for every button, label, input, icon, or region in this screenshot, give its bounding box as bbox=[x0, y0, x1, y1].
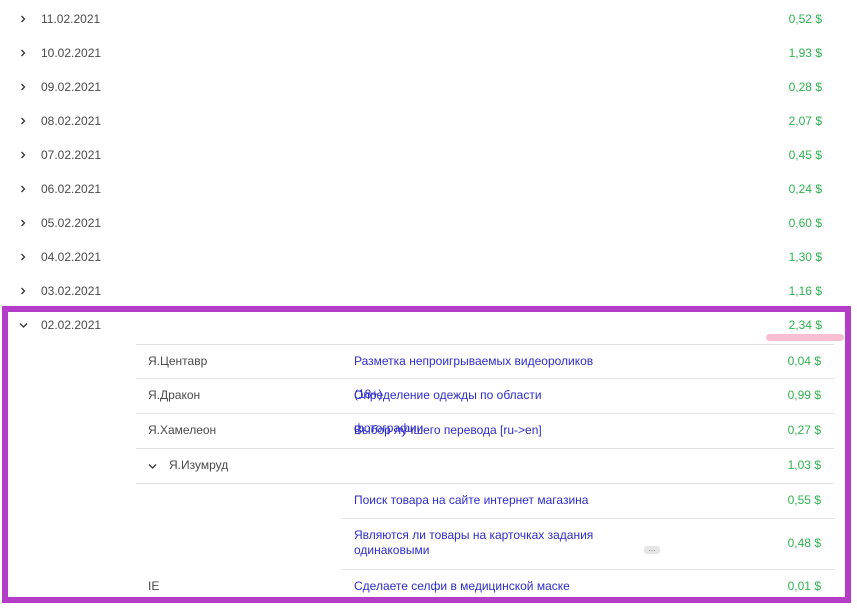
detail-amount: 0,55 $ bbox=[787, 493, 821, 507]
detail-row: Я.Дракон Определение одежды по области ф… bbox=[136, 379, 834, 435]
detail-subrow: Поиск товара на сайте интернет магазина … bbox=[342, 484, 834, 519]
detail-row: Я.Хамелеон Выбор лучшего перевода [ru->e… bbox=[136, 414, 834, 449]
day-row-expanded[interactable]: 02.02.2021 2,34 $ bbox=[0, 308, 857, 342]
day-amount: 2,07 $ bbox=[788, 114, 822, 128]
day-date: 06.02.2021 bbox=[41, 182, 102, 196]
day-date: 05.02.2021 bbox=[41, 216, 102, 230]
day-date: 09.02.2021 bbox=[41, 80, 102, 94]
day-amount: 1,93 $ bbox=[788, 46, 822, 60]
day-date: 10.02.2021 bbox=[41, 46, 102, 60]
chevron-down-icon[interactable] bbox=[146, 449, 158, 482]
day-date: 08.02.2021 bbox=[41, 114, 102, 128]
day-row[interactable]: 09.02.2021 0,28 $ bbox=[0, 70, 857, 104]
day-row[interactable]: 04.02.2021 1,30 $ bbox=[0, 240, 857, 274]
project-name: Я.Центавр bbox=[148, 354, 208, 368]
chevron-right-icon[interactable] bbox=[15, 274, 31, 308]
more-badge[interactable]: ... bbox=[644, 544, 660, 554]
detail-amount: 0,99 $ bbox=[787, 388, 821, 402]
day-date: 11.02.2021 bbox=[41, 12, 101, 26]
detail-row-group[interactable]: Я.Изумруд 1,03 $ bbox=[136, 449, 834, 484]
chevron-down-icon[interactable] bbox=[15, 308, 31, 342]
task-link[interactable]: Являются ли товары на карточках задания … bbox=[354, 528, 614, 558]
day-amount: 0,52 $ bbox=[788, 12, 822, 26]
chevron-right-icon[interactable] bbox=[15, 206, 31, 240]
day-row[interactable]: 10.02.2021 1,93 $ bbox=[0, 36, 857, 70]
day-amount: 0,28 $ bbox=[788, 80, 822, 94]
chevron-right-icon[interactable] bbox=[15, 104, 31, 138]
day-amount: 1,30 $ bbox=[788, 250, 822, 264]
project-name: Я.Дракон bbox=[148, 388, 201, 402]
detail-row: IE Сделаете селфи в медицинской маске 0,… bbox=[136, 570, 834, 603]
detail-amount: 0,48 $ bbox=[787, 536, 821, 550]
highlight-underline bbox=[766, 334, 844, 341]
project-name: Я.Изумруд bbox=[169, 458, 229, 472]
day-row[interactable]: 05.02.2021 0,60 $ bbox=[0, 206, 857, 240]
day-amount: 1,16 $ bbox=[788, 284, 822, 298]
chevron-right-icon[interactable] bbox=[15, 240, 31, 274]
day-row[interactable]: 06.02.2021 0,24 $ bbox=[0, 172, 857, 206]
day-amount: 0,45 $ bbox=[788, 148, 822, 162]
project-name: Я.Хамелеон bbox=[148, 423, 217, 437]
day-date: 07.02.2021 bbox=[41, 148, 102, 162]
detail-amount: 0,27 $ bbox=[787, 423, 821, 437]
detail-amount: 0,04 $ bbox=[787, 354, 821, 368]
detail-amount: 1,03 $ bbox=[787, 458, 821, 472]
task-link[interactable]: Сделаете селфи в медицинской маске bbox=[354, 570, 614, 603]
detail-subrow: Являются ли товары на карточках задания … bbox=[342, 519, 834, 570]
chevron-right-icon[interactable] bbox=[15, 70, 31, 104]
day-row[interactable]: 03.02.2021 1,16 $ bbox=[0, 274, 857, 308]
day-row[interactable]: 08.02.2021 2,07 $ bbox=[0, 104, 857, 138]
chevron-right-icon[interactable] bbox=[15, 138, 31, 172]
day-amount: 0,24 $ bbox=[788, 182, 822, 196]
day-amount: 0,60 $ bbox=[788, 216, 822, 230]
day-date: 02.02.2021 bbox=[41, 318, 102, 332]
detail-amount: 0,01 $ bbox=[787, 579, 821, 593]
task-link[interactable]: Поиск товара на сайте интернет магазина bbox=[354, 484, 614, 517]
day-date: 04.02.2021 bbox=[41, 250, 102, 264]
project-name: IE bbox=[148, 579, 160, 593]
chevron-right-icon[interactable] bbox=[15, 172, 31, 206]
chevron-right-icon[interactable] bbox=[15, 36, 31, 70]
task-link[interactable]: Выбор лучшего перевода [ru->en] bbox=[354, 414, 614, 447]
day-row[interactable]: 07.02.2021 0,45 $ bbox=[0, 138, 857, 172]
day-row[interactable]: 11.02.2021 0,52 $ bbox=[0, 2, 857, 36]
chevron-right-icon[interactable] bbox=[15, 2, 31, 36]
day-date: 03.02.2021 bbox=[41, 284, 102, 298]
detail-row: Я.Центавр Разметка непроигрываемых видео… bbox=[136, 344, 834, 401]
